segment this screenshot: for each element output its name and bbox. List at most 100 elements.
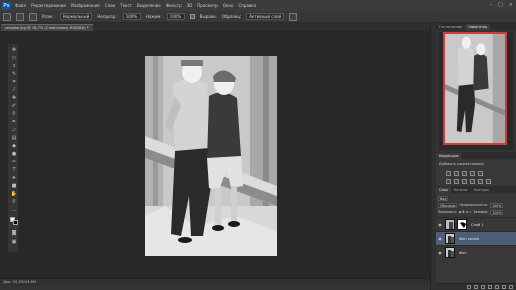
layer-fill-field[interactable]: 100% [490,209,504,215]
exposure-icon[interactable] [470,171,475,176]
healing-brush-tool-icon[interactable]: ✚ [10,95,18,101]
menu-layers[interactable]: Слои [105,3,115,8]
opacity-label: Непрозрачность: [459,203,489,207]
menu-help[interactable]: Справка [238,3,256,8]
layer-name[interactable]: Фон [459,251,467,255]
type-tool-icon[interactable]: T [10,167,18,173]
clone-stamp-tool-icon[interactable] [3,12,11,21]
menu-file[interactable]: Файл [15,3,26,8]
hand-tool-icon[interactable]: ✋ [10,191,18,197]
dodge-tool-icon[interactable]: ● [10,151,18,157]
layer-opacity-field[interactable]: 100% [490,202,504,208]
delete-layer-icon[interactable] [509,285,513,289]
adjustments-row-2 [446,179,491,184]
navigator-preview[interactable] [443,32,507,145]
document-photo[interactable] [145,56,277,256]
brush-preset-icon[interactable] [16,12,24,21]
menu-3d[interactable]: 3D [187,3,193,8]
tab-histogram[interactable]: Гистограмма [436,24,465,30]
flow-field[interactable]: 100% [166,13,185,20]
tab-navigator[interactable]: Навигатор [465,24,491,30]
menu-view[interactable]: Просмотр [197,3,218,8]
layer-kind-filter[interactable]: Вид [438,195,449,201]
toggle-brush-panel-icon[interactable] [29,12,37,21]
add-mask-icon[interactable] [481,285,485,289]
aligned-checkbox[interactable] [189,14,195,19]
navigator-panel [439,32,513,150]
black-white-icon[interactable] [462,179,467,184]
adjustment-layer-icon[interactable] [488,285,492,289]
brightness-icon[interactable] [446,171,451,176]
brush-tool-icon[interactable]: ✐ [10,103,18,109]
menu-edit[interactable]: Редактирование [31,3,66,8]
zoom-tool-icon[interactable]: ⚲ [10,199,18,205]
menu-image[interactable]: Изображение [71,3,100,8]
marquee-tool-icon[interactable]: ▭ [10,55,18,61]
navigator-tabs: Гистограмма Навигатор [436,23,516,30]
menu-window[interactable]: Окно [223,3,234,8]
visibility-eye-icon[interactable]: ◉ [437,222,443,227]
lasso-tool-icon[interactable]: ↄ [10,63,18,69]
history-brush-tool-icon[interactable]: ✒ [10,119,18,125]
link-layers-icon[interactable] [467,285,471,289]
menu-select[interactable]: Выделение [137,3,161,8]
screen-mode-icon[interactable]: ▣ [10,239,18,245]
visibility-eye-icon[interactable]: ◉ [437,250,443,255]
more-tools-icon[interactable]: … [10,207,18,213]
gradient-tool-icon[interactable]: ▤ [10,135,18,141]
color-lookup-icon[interactable] [486,179,491,184]
blend-mode-dropdown[interactable]: Обычные [438,202,458,208]
layer-name[interactable]: Слой 1 [471,223,484,227]
close-icon[interactable]: × [509,2,513,8]
maximize-icon[interactable]: □ [498,2,503,8]
layer-row[interactable]: ◉ Слой 1 [436,217,516,231]
quick-select-tool-icon[interactable]: ✎ [10,71,18,77]
navigator-thumbnail-image [445,34,505,143]
status-bar: Док: 20,2M/43,6M [0,278,430,290]
photo-filter-icon[interactable] [470,179,475,184]
path-select-tool-icon[interactable]: ➤ [10,175,18,181]
new-layer-icon[interactable] [502,285,506,289]
document-info[interactable]: Док: 20,2M/43,6M [3,280,36,284]
levels-icon[interactable] [454,171,459,176]
menu-filter[interactable]: Фильтр [166,3,182,8]
blur-tool-icon[interactable]: ◆ [10,143,18,149]
minimize-icon[interactable]: – [490,2,493,8]
ignore-adjustment-icon[interactable] [289,12,298,21]
clone-stamp-tool-icon[interactable]: ⚲ [10,111,18,117]
opacity-field[interactable]: 100% [122,13,141,20]
sample-dropdown[interactable]: Активный слой [246,13,285,20]
layer-row[interactable]: ◉ Фон [436,245,516,259]
move-tool-icon[interactable]: ✥ [10,47,18,53]
layer-row-selected[interactable]: ◉ Фон копия [436,231,516,245]
layer-thumb-image [446,234,454,243]
layer-name[interactable]: Фон копия [459,237,479,241]
document-tab[interactable]: zergibol.jpg @ 16,7% (Слой-копия, RGB/8#… [1,24,93,31]
background-color-swatch[interactable] [13,220,18,225]
menu-bar: Ps Файл Редактирование Изображение Слои … [0,0,516,11]
layer-style-icon[interactable] [474,285,478,289]
layer-mask-thumbnail[interactable] [457,219,467,230]
lock-icon[interactable]: ▪ ✚ ◈ ▫ [459,210,471,214]
eyedropper-tool-icon[interactable]: ⁄ [10,87,18,93]
shape-tool-icon[interactable]: ■ [10,183,18,189]
hue-saturation-icon[interactable] [446,179,451,184]
layer-thumbnail [445,219,455,230]
color-balance-icon[interactable] [454,179,459,184]
new-group-icon[interactable] [495,285,499,289]
opacity-label: Непрозр.: [97,14,118,19]
visibility-eye-icon[interactable]: ◉ [437,236,443,241]
size-dropdown[interactable]: Нормальный [59,13,93,20]
curves-icon[interactable] [462,171,467,176]
vibrance-icon[interactable] [478,171,483,176]
menu-type[interactable]: Текст [120,3,132,8]
eraser-tool-icon[interactable]: ▱ [10,127,18,133]
quick-mask-icon[interactable]: ◙ [10,230,18,236]
right-panel-column: Гистограмма Навигатор Коррекция Добавить… [436,23,516,290]
channel-mixer-icon[interactable] [478,179,483,184]
fill-label: Заливка: [473,210,489,214]
layer-thumb-image [446,220,454,229]
adjustments-tabs: Коррекция [436,152,516,159]
crop-tool-icon[interactable]: ⌗ [10,79,18,85]
pen-tool-icon[interactable]: ✑ [10,159,18,165]
